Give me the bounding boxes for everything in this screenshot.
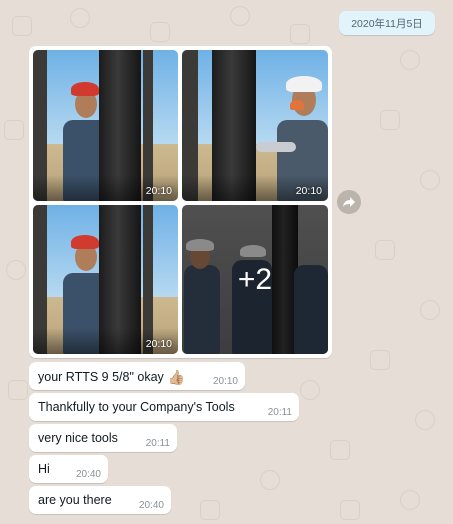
- message-text: your RTTS 9 5/8" okay 👍🏼: [38, 369, 186, 385]
- more-photos-count: +2: [237, 262, 273, 296]
- date-divider: 2020年11月5日: [339, 11, 435, 35]
- message-timestamp: 20:11: [267, 407, 292, 418]
- message-timestamp: 20:40: [75, 469, 101, 480]
- photo-timestamp: 20:10: [295, 185, 322, 197]
- message-bubble: Hi 20:40: [29, 455, 108, 483]
- album-photo-more[interactable]: +2: [182, 205, 328, 354]
- message-text: Thankfully to your Company's Tools: [38, 400, 235, 414]
- album-photo-2[interactable]: 20:10: [182, 50, 328, 201]
- message-bubble: your RTTS 9 5/8" okay 👍🏼 20:10: [29, 362, 245, 390]
- message-timestamp: 20:40: [138, 500, 164, 511]
- message-text: very nice tools: [38, 431, 118, 445]
- photo-album-message: 20:10 20:10 20:10 +2: [29, 46, 332, 358]
- message-timestamp: 20:11: [145, 438, 170, 449]
- message-text: Hi: [38, 462, 50, 476]
- message-bubble: Thankfully to your Company's Tools 20:11: [29, 393, 299, 421]
- photo-timestamp: 20:10: [145, 338, 172, 350]
- album-photo-3[interactable]: 20:10: [33, 205, 178, 354]
- forward-button[interactable]: [337, 190, 361, 214]
- message-bubble: very nice tools 20:11: [29, 424, 177, 452]
- message-timestamp: 20:10: [212, 376, 238, 387]
- message-bubble: are you there 20:40: [29, 486, 171, 514]
- thumbs-up-emoji: 👍🏼: [167, 369, 186, 385]
- message-text: are you there: [38, 493, 112, 507]
- photo-timestamp: 20:10: [145, 185, 172, 197]
- album-photo-1[interactable]: 20:10: [33, 50, 178, 201]
- forward-icon: [343, 197, 355, 207]
